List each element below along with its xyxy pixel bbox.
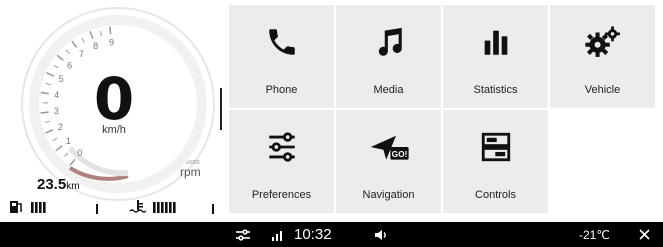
rpm-tick-label: 1 [66,136,71,146]
bar-chart-icon [484,30,507,55]
coolant-temperature-icon [129,200,147,213]
tile-media[interactable]: Media [336,5,441,108]
fuel-pump-icon [10,201,22,213]
temperature-value: -21 [579,227,597,242]
tile-media-label: Media [373,84,404,96]
coolant-level-bars [153,202,196,213]
level-bar [47,202,50,213]
rpm-tick-label: 0 [77,148,82,158]
outside-temperature: -21 ℃ [579,222,610,247]
rpm-tick [45,120,51,123]
tile-navigation[interactable]: GO! Navigation [336,110,441,213]
level-bar [189,202,192,213]
panel-scroll-indicator[interactable] [220,88,222,130]
speed-readout: 0 [93,65,135,133]
tile-phone-label: Phone [265,84,298,96]
level-bar [39,202,42,213]
volume-button[interactable] [374,222,388,247]
level-bar [181,202,184,213]
tile-vehicle-label: Vehicle [584,84,621,96]
rpm-tick [52,137,58,142]
tile-phone[interactable]: Phone [229,5,334,108]
level-bar [31,202,34,213]
level-bar [51,202,54,213]
level-bar [157,202,160,213]
close-button[interactable] [639,222,650,247]
sliders-icon [268,132,295,162]
temperature-unit: ℃ [596,227,610,242]
odometer: 23.5km [37,176,80,193]
rpm-tick-label: 4 [54,90,59,100]
tile-controls-label: Controls [475,189,516,201]
rpm-tick [45,129,54,134]
rpm-tick [71,40,78,48]
instrument-cluster: 0123456789 0 km/h x1000 rpm 23.5km [0,0,222,222]
level-bar [169,202,172,213]
rpm-tick-label: 9 [109,37,114,47]
rpm-tick [40,91,49,95]
volume-icon [375,229,386,240]
tile-statistics-label: Statistics [473,84,518,96]
fuel-level-bars [31,202,66,213]
coolant-hot-mark [212,204,214,214]
rpm-tick-label: 6 [67,60,72,70]
settings-sliders-icon [236,228,250,241]
rpm-tick-label: 7 [79,49,84,59]
signal-icon [272,230,282,241]
level-bar [55,202,58,213]
tile-vehicle[interactable]: Vehicle [550,5,655,108]
status-bar: 10:32 -21 ℃ [0,222,663,247]
rpm-unit: rpm [180,165,201,179]
rpm-tick [40,111,49,114]
level-bar [153,202,156,213]
tile-preferences[interactable]: Preferences [229,110,334,213]
signal-indicator [272,222,286,247]
speed-unit: km/h [102,124,126,136]
rpm-tick [109,26,112,35]
level-bar [193,202,196,213]
tile-empty-slot [550,110,655,213]
level-bar [165,202,168,213]
odometer-value: 23.5 [37,176,67,193]
rpm-tick [45,82,51,86]
level-bar [173,202,176,213]
level-bar [59,202,62,213]
rpm-tick-label: 5 [59,74,64,84]
tile-preferences-label: Preferences [251,189,312,201]
rpm-tick [56,54,64,61]
rpm-tick [55,145,63,152]
rpm-tick [99,30,103,37]
rpm-tick [46,72,55,77]
level-bar [43,202,46,213]
phone-icon [268,29,295,55]
navigation-icon: GO! [370,135,409,160]
level-bar [35,202,38,213]
rpm-tick-label: 3 [54,106,59,116]
level-bar [161,202,164,213]
rpm-tick [69,158,76,166]
level-bar [185,202,188,213]
tile-navigation-label: Navigation [362,189,415,201]
music-note-icon [378,27,402,56]
rpm-tick [65,49,70,54]
rpm-tick [81,37,85,43]
rpm-tick-label: 8 [93,41,98,51]
controls-icon [481,132,510,162]
settings-sliders-button[interactable] [236,222,250,247]
tile-controls[interactable]: Controls [443,110,548,213]
odometer-unit: km [66,181,80,192]
clock: 10:32 [294,226,332,243]
rpm-tick [53,64,59,69]
gears-icon [584,26,620,57]
rpm-tick-label: 2 [58,122,63,132]
rpm-tick [64,152,69,157]
fuel-reserve-mark [96,204,98,214]
tile-statistics[interactable]: Statistics [443,5,548,108]
close-icon [639,229,650,240]
level-bar [63,202,66,213]
navigation-badge: GO! [391,149,407,159]
level-bar [177,202,180,213]
fuel-coolant-gauges [10,200,214,214]
rpm-tick [89,30,94,39]
